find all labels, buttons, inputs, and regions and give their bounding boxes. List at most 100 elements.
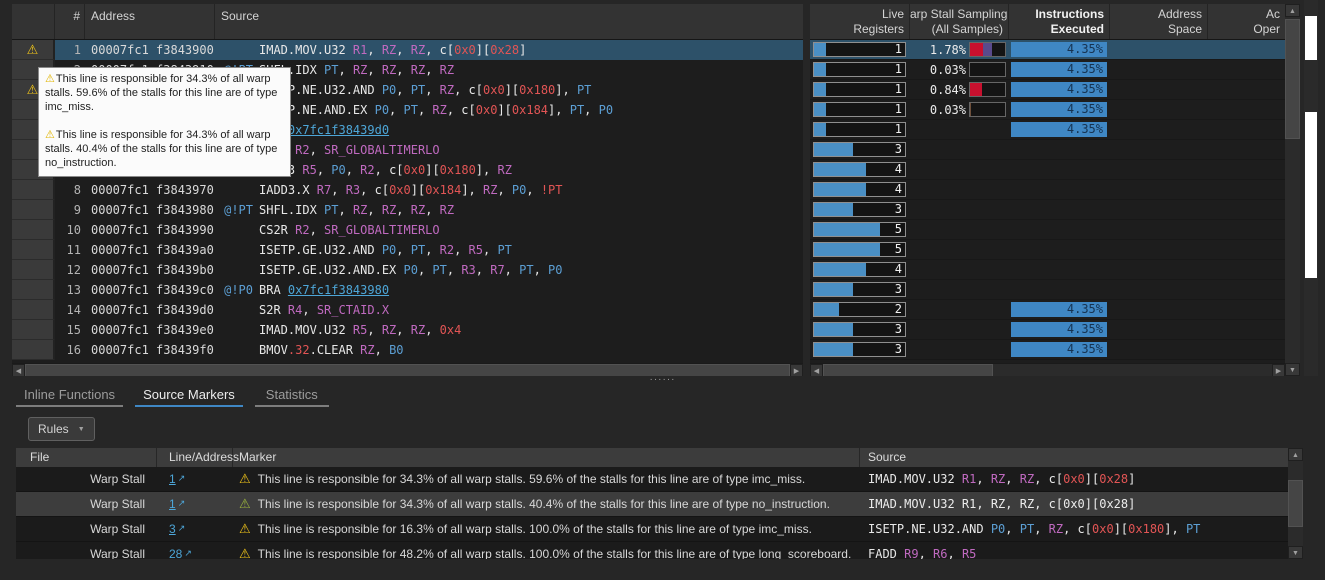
column-header-address-space[interactable]: Address Space xyxy=(1110,4,1208,39)
column-header-access-operations[interactable]: Ac Oper xyxy=(1208,4,1285,39)
gutter-cell[interactable] xyxy=(12,180,55,200)
line-link[interactable]: 28 xyxy=(169,547,182,559)
scroll-up-button[interactable]: ▲ xyxy=(1285,4,1300,17)
live-registers-cell: 4 xyxy=(810,260,910,279)
gutter-cell[interactable] xyxy=(12,340,55,360)
instruction-address: 00007fc1 f3843970 xyxy=(85,183,215,197)
live-registers-bar: 4 xyxy=(813,262,906,277)
live-registers-cell: 3 xyxy=(810,140,910,159)
gutter-cell[interactable]: ⚠ xyxy=(12,40,55,60)
metrics-row[interactable]: 3 xyxy=(810,140,1285,160)
metrics-row[interactable]: 10.84%4.35% xyxy=(810,80,1285,100)
scrollbar-thumb[interactable] xyxy=(25,364,790,376)
heatmap-block[interactable] xyxy=(1305,16,1317,60)
source-row[interactable]: 800007fc1 f3843970IADD3.X R7, R3, c[0x0]… xyxy=(12,180,803,200)
live-registers-bar: 4 xyxy=(813,162,906,177)
source-horizontal-scrollbar[interactable]: ◀ ▶ xyxy=(12,363,803,376)
scroll-left-button[interactable]: ◀ xyxy=(12,364,25,376)
scroll-down-button[interactable]: ▼ xyxy=(1288,546,1303,559)
scrollbar-thumb[interactable] xyxy=(823,364,993,376)
scroll-up-button[interactable]: ▲ xyxy=(1288,448,1303,461)
rules-dropdown[interactable]: Rules ▼ xyxy=(28,417,95,441)
source-row[interactable]: 1500007fc1 f38439e0IMAD.MOV.U32 R5, RZ, … xyxy=(12,320,803,340)
line-link[interactable]: 1 xyxy=(169,472,176,486)
metrics-row[interactable]: 14.35% xyxy=(810,120,1285,140)
markers-vertical-scrollbar[interactable]: ▲ ▼ xyxy=(1288,448,1303,559)
marker-source: FADD R9, R6, R5 xyxy=(860,547,1288,559)
column-header-marker[interactable]: Marker xyxy=(233,448,860,467)
metrics-row[interactable]: 10.03%4.35% xyxy=(810,100,1285,120)
metrics-row[interactable]: 5 xyxy=(810,240,1285,260)
metrics-row[interactable]: 11.78%4.35% xyxy=(810,40,1285,60)
metrics-row[interactable]: 34.35% xyxy=(810,340,1285,360)
metrics-row[interactable]: 4 xyxy=(810,260,1285,280)
gutter-cell[interactable] xyxy=(12,280,55,300)
scroll-down-button[interactable]: ▼ xyxy=(1285,363,1300,376)
source-row[interactable]: 900007fc1 f3843980@!PTSHFL.IDX PT, RZ, R… xyxy=(12,200,803,220)
scroll-right-button[interactable]: ▶ xyxy=(1272,364,1285,376)
metrics-row[interactable]: 34.35% xyxy=(810,320,1285,340)
tab-source-markers[interactable]: Source Markers xyxy=(135,386,243,407)
gutter-cell[interactable] xyxy=(12,240,55,260)
column-header-live-registers[interactable]: Live Registers xyxy=(810,4,910,39)
scroll-left-button[interactable]: ◀ xyxy=(810,364,823,376)
marker-cell: ⚠This line is responsible for 16.3% of a… xyxy=(233,521,860,537)
metrics-horizontal-scrollbar[interactable]: ◀ ▶ xyxy=(810,363,1285,376)
gutter-cell[interactable] xyxy=(12,320,55,340)
column-header-source[interactable]: Source xyxy=(215,4,803,39)
metrics-row[interactable]: 3 xyxy=(810,200,1285,220)
marker-row[interactable]: Warp Stall3↗⚠This line is responsible fo… xyxy=(16,517,1288,542)
column-header-source[interactable]: Source xyxy=(860,448,1288,467)
tab-inline-functions[interactable]: Inline Functions xyxy=(16,386,123,407)
marker-heatmap[interactable] xyxy=(1304,0,1318,376)
metrics-vertical-scrollbar[interactable]: ▲ ▼ xyxy=(1285,4,1300,376)
access-operations-cell xyxy=(1208,220,1285,239)
branch-target-link[interactable]: 0x7fc1f38439d0 xyxy=(288,123,389,137)
instruction-source: BMOV.32.CLEAR RZ, B0 xyxy=(215,343,803,357)
marker-row[interactable]: Warp Stall1↗⚠This line is responsible fo… xyxy=(16,492,1288,517)
source-row[interactable]: 1400007fc1 f38439d0S2R R4, SR_CTAID.X xyxy=(12,300,803,320)
metrics-row[interactable]: 3 xyxy=(810,280,1285,300)
column-header-file[interactable]: File xyxy=(16,448,157,467)
metrics-row[interactable]: 24.35% xyxy=(810,300,1285,320)
instructions-executed-cell xyxy=(1009,160,1110,179)
heatmap-block[interactable] xyxy=(1305,112,1317,278)
source-row[interactable]: 1600007fc1 f38439f0BMOV.32.CLEAR RZ, B0 xyxy=(12,340,803,360)
column-header-instructions-executed[interactable]: Instructions Executed xyxy=(1009,4,1110,39)
line-number: 14 xyxy=(55,303,85,317)
warp-stall-cell: 0.03% xyxy=(910,100,1009,119)
source-row[interactable]: 1300007fc1 f38439c0@!P0BRA 0x7fc1f384398… xyxy=(12,280,803,300)
source-row[interactable]: 1000007fc1 f3843990CS2R R2, SR_GLOBALTIM… xyxy=(12,220,803,240)
gutter-cell[interactable] xyxy=(12,200,55,220)
gutter-cell[interactable] xyxy=(12,220,55,240)
instructions-executed-bar: 4.35% xyxy=(1011,62,1107,77)
column-header-address[interactable]: Address xyxy=(85,4,215,39)
marker-row[interactable]: Warp Stall1↗⚠This line is responsible fo… xyxy=(16,467,1288,492)
marker-row[interactable]: Warp Stall28↗⚠This line is responsible f… xyxy=(16,542,1288,559)
scroll-right-button[interactable]: ▶ xyxy=(790,364,803,376)
gutter-cell[interactable] xyxy=(12,260,55,280)
panel-splitter[interactable]: ······ xyxy=(0,376,1325,384)
source-row[interactable]: 1200007fc1 f38439b0ISETP.GE.U32.AND.EX P… xyxy=(12,260,803,280)
instruction-address: 00007fc1 f38439d0 xyxy=(85,303,215,317)
metrics-row[interactable]: 5 xyxy=(810,220,1285,240)
column-header-line-address[interactable]: Line/Address xyxy=(157,448,233,467)
source-row[interactable]: ⚠100007fc1 f3843900IMAD.MOV.U32 R1, RZ, … xyxy=(12,40,803,60)
line-link[interactable]: 3 xyxy=(169,522,176,536)
instruction-source: @P0BRA 0x7fc1f38439d0 xyxy=(215,123,803,137)
scrollbar-thumb[interactable] xyxy=(1288,480,1303,527)
metrics-row[interactable]: 4 xyxy=(810,160,1285,180)
column-header-num[interactable]: # xyxy=(55,4,85,39)
live-registers-value: 2 xyxy=(895,303,902,316)
instruction-source: CS2R R2, SR_GLOBALTIMERLO xyxy=(215,143,803,157)
metrics-row[interactable]: 10.03%4.35% xyxy=(810,60,1285,80)
branch-target-link[interactable]: 0x7fc1f3843980 xyxy=(288,283,389,297)
column-header-warp-stall-sampling[interactable]: arp Stall Sampling (All Samples) xyxy=(910,4,1009,39)
line-number: 16 xyxy=(55,343,85,357)
metrics-row[interactable]: 4 xyxy=(810,180,1285,200)
source-row[interactable]: 1100007fc1 f38439a0ISETP.GE.U32.AND P0, … xyxy=(12,240,803,260)
tab-statistics[interactable]: Statistics xyxy=(255,386,329,407)
scrollbar-thumb[interactable] xyxy=(1285,19,1300,139)
gutter-cell[interactable] xyxy=(12,300,55,320)
line-link[interactable]: 1 xyxy=(169,497,176,511)
